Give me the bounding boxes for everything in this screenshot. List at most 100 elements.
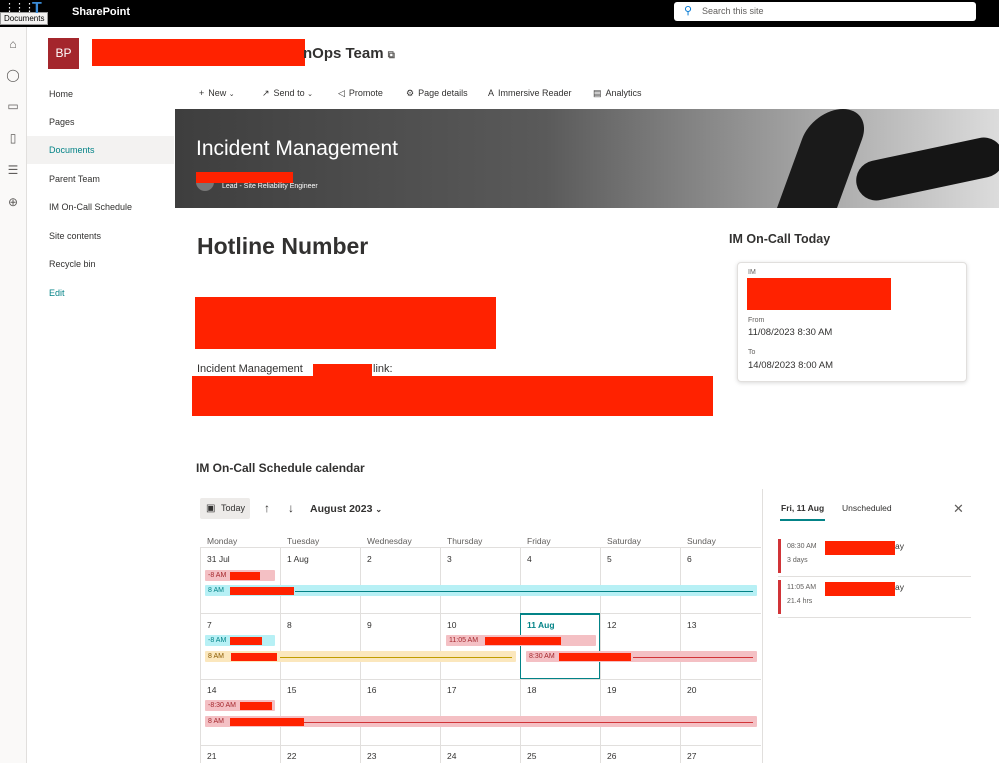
site-header: BP nOps Team ⧉ [27, 27, 999, 79]
panel-event-item[interactable]: 08:30 AM 3 days ay [778, 537, 971, 577]
event-duration: 3 days [787, 557, 808, 564]
site-logo[interactable]: BP [48, 38, 79, 69]
day-details-panel: Fri, 11 Aug Unscheduled ✕ 08:30 AM 3 day… [762, 489, 999, 763]
redacted-event-title [240, 702, 272, 710]
weekday-header: Monday [207, 536, 238, 546]
previous-month-arrow-icon[interactable]: ↑ [264, 501, 270, 515]
day-number: 21 [207, 751, 217, 761]
calendar-heading: IM On-Call Schedule calendar [196, 461, 365, 475]
calendar-day[interactable] [520, 547, 600, 613]
immersive-reader-button[interactable]: A Immersive Reader [488, 88, 572, 98]
new-button[interactable]: + New ⌄ [199, 88, 235, 98]
nav-edit-link[interactable]: Edit [27, 279, 174, 307]
chevron-down-icon: ⌄ [228, 91, 235, 98]
add-icon[interactable]: ⊕ [6, 195, 20, 209]
home-icon[interactable]: ⌂ [6, 37, 20, 51]
weekday-header: Sunday [687, 536, 716, 546]
nav-item-pages[interactable]: Pages [27, 108, 174, 136]
event-title-tail: ay [895, 582, 904, 592]
event-color-bar [778, 539, 781, 573]
event-color-bar [778, 580, 781, 614]
send-to-button[interactable]: ↗ Send to ⌄ [262, 88, 313, 99]
hero-image-figure [852, 133, 999, 205]
day-number: 6 [687, 554, 692, 564]
teams-icon[interactable]: ⧉ [388, 50, 395, 61]
promote-button[interactable]: ◁ Promote [338, 88, 383, 99]
nav-item-site-contents[interactable]: Site contents [27, 222, 174, 250]
redacted-hotline-number [195, 297, 496, 349]
day-number: 31 Jul [207, 554, 230, 564]
today-button[interactable]: ▣ Today [200, 498, 250, 519]
calendar-day[interactable] [440, 547, 520, 613]
weekday-header: Thursday [447, 536, 483, 546]
calendar-day[interactable] [360, 547, 440, 613]
search-placeholder: Search this site [702, 6, 764, 16]
panel-event-item[interactable]: 11:05 AM 21.4 hrs ay [778, 578, 971, 618]
calendar-day[interactable] [680, 547, 761, 613]
redacted-link-url[interactable] [192, 376, 713, 416]
hotline-heading: Hotline Number [197, 233, 369, 259]
im-label: IM [748, 269, 756, 276]
org-logo-icon[interactable]: T [32, 0, 50, 17]
event-span-line [280, 657, 512, 658]
day-number: 12 [607, 620, 617, 630]
globe-icon[interactable]: ◯ [6, 68, 20, 82]
nav-item-home[interactable]: Home [27, 80, 174, 108]
day-number: 25 [527, 751, 537, 761]
tab-selected-day[interactable]: Fri, 11 Aug [781, 503, 824, 513]
day-number: 14 [207, 685, 217, 695]
event-span-line [633, 657, 753, 658]
tab-unscheduled[interactable]: Unscheduled [842, 503, 892, 513]
day-number: 2 [367, 554, 372, 564]
to-label: To [748, 349, 756, 356]
redacted-event-title [230, 572, 260, 580]
nav-item-documents[interactable]: Documents [27, 136, 174, 164]
list-icon[interactable]: ☰ [6, 163, 20, 177]
day-number: 9 [367, 620, 372, 630]
day-number: 16 [367, 685, 377, 695]
day-number: 18 [527, 685, 537, 695]
analytics-button[interactable]: ▤ Analytics [593, 88, 642, 99]
calendar-day[interactable] [360, 613, 440, 679]
page-details-button[interactable]: ⚙ Page details [406, 88, 468, 99]
weekday-header: Wednesday [367, 536, 412, 546]
calendar-day[interactable] [200, 613, 280, 679]
oncall-today-heading: IM On-Call Today [729, 232, 831, 246]
next-month-arrow-icon[interactable]: ↓ [288, 501, 294, 515]
file-icon[interactable]: ▯ [6, 131, 20, 145]
search-box[interactable]: ⚲ Search this site [674, 2, 976, 21]
share-icon: ↗ [262, 88, 270, 98]
nav-item-parent-team[interactable]: Parent Team [27, 165, 174, 193]
day-number: 1 Aug [287, 554, 309, 564]
site-title: nOps Team ⧉ [303, 45, 395, 62]
day-number: 4 [527, 554, 532, 564]
weekday-header: Tuesday [287, 536, 320, 546]
news-icon[interactable]: ▭ [6, 99, 20, 113]
day-number: 17 [447, 685, 457, 695]
megaphone-icon: ◁ [338, 88, 345, 98]
calendar-day[interactable] [280, 613, 360, 679]
day-number: 20 [687, 685, 697, 695]
nav-item-im-on-call-schedule[interactable]: IM On-Call Schedule [27, 193, 174, 221]
redacted-site-name [92, 39, 305, 66]
event-title-tail: ay [895, 541, 904, 551]
author-role: Lead - Site Reliability Engineer [222, 183, 318, 190]
calendar-day[interactable] [600, 547, 680, 613]
redacted-author-name [196, 172, 293, 183]
close-icon[interactable]: ✕ [953, 501, 964, 517]
redacted-event-title [559, 653, 631, 661]
event-time: 08:30 AM [787, 543, 817, 550]
month-picker[interactable]: August 2023 ⌄ [310, 503, 382, 515]
app-name[interactable]: SharePoint [72, 6, 130, 18]
redacted-event-title [825, 541, 895, 555]
redacted-event-title [231, 653, 277, 661]
reader-icon: A [488, 88, 495, 98]
from-value: 11/08/2023 8:30 AM [748, 327, 833, 338]
day-number: 15 [287, 685, 297, 695]
nav-item-recycle-bin[interactable]: Recycle bin [27, 250, 174, 278]
chevron-down-icon: ⌄ [375, 505, 383, 514]
im-link-label: Incident Management [197, 363, 303, 375]
day-number: 13 [687, 620, 697, 630]
app-launcher-icon[interactable]: ⋮⋮⋮ [4, 3, 35, 14]
command-bar: + New ⌄ ↗ Send to ⌄ ◁ Promote ⚙ Page details… [174, 80, 999, 108]
